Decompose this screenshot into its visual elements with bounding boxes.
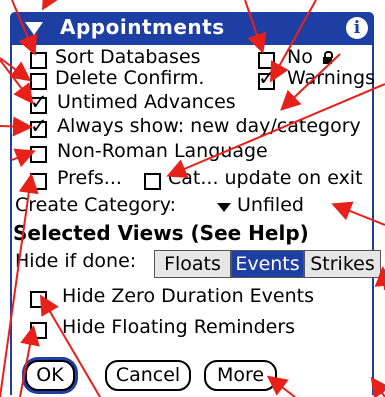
cat-update-label: Cat... update on exit	[168, 167, 363, 189]
untimed-advances-checkbox[interactable]	[30, 90, 48, 114]
menu-triangle-icon[interactable]	[25, 22, 43, 35]
no-label: No	[287, 46, 313, 68]
always-show-label: Always show: new day/category	[57, 115, 361, 137]
panel-right-border	[372, 45, 374, 395]
appointments-preferences-screen: Appointments i Sort Databases No Delete …	[0, 0, 385, 397]
selected-views-title: Selected Views (See Help)	[13, 221, 309, 245]
untimed-advances-label: Untimed Advances	[57, 91, 236, 113]
lock-icon	[323, 51, 333, 64]
sort-databases-checkbox[interactable]	[30, 52, 47, 69]
non-roman-language-label: Non-Roman Language	[57, 140, 268, 162]
category-dropdown-value[interactable]: Unfiled	[237, 194, 304, 216]
title-bar: Appointments i	[10, 12, 374, 45]
warnings-checkbox[interactable]	[258, 66, 276, 90]
hide-floating-checkbox[interactable]	[30, 322, 47, 339]
segment-strikes[interactable]: Strikes	[304, 250, 381, 278]
category-dropdown-arrow-icon[interactable]	[217, 203, 231, 212]
page-title: Appointments	[60, 15, 225, 39]
segment-floats[interactable]: Floats	[154, 250, 231, 278]
cat-update-checkbox[interactable]	[144, 173, 161, 190]
prefs-label: Prefs...	[57, 167, 122, 189]
hide-floating-label: Hide Floating Reminders	[62, 316, 296, 338]
delete-confirm-label: Delete Confirm.	[55, 67, 205, 89]
non-roman-language-checkbox[interactable]	[30, 146, 47, 163]
hide-zero-duration-label: Hide Zero Duration Events	[62, 285, 315, 307]
always-show-checkbox[interactable]	[30, 114, 48, 138]
delete-confirm-checkbox[interactable]	[30, 73, 47, 90]
hide-if-done-label: Hide if done:	[15, 250, 137, 272]
prefs-checkbox[interactable]	[30, 173, 47, 190]
create-category-label: Create Category:	[15, 194, 176, 216]
panel-left-border	[10, 45, 12, 395]
more-button[interactable]: More	[204, 360, 277, 391]
sort-databases-label: Sort Databases	[55, 46, 201, 68]
warnings-label: Warnings	[287, 67, 376, 89]
cancel-button[interactable]: Cancel	[105, 360, 191, 391]
ok-button[interactable]: OK	[25, 360, 75, 391]
hide-zero-duration-checkbox[interactable]	[30, 291, 47, 308]
segment-events[interactable]: Events	[231, 250, 304, 278]
info-icon[interactable]: i	[346, 17, 368, 39]
